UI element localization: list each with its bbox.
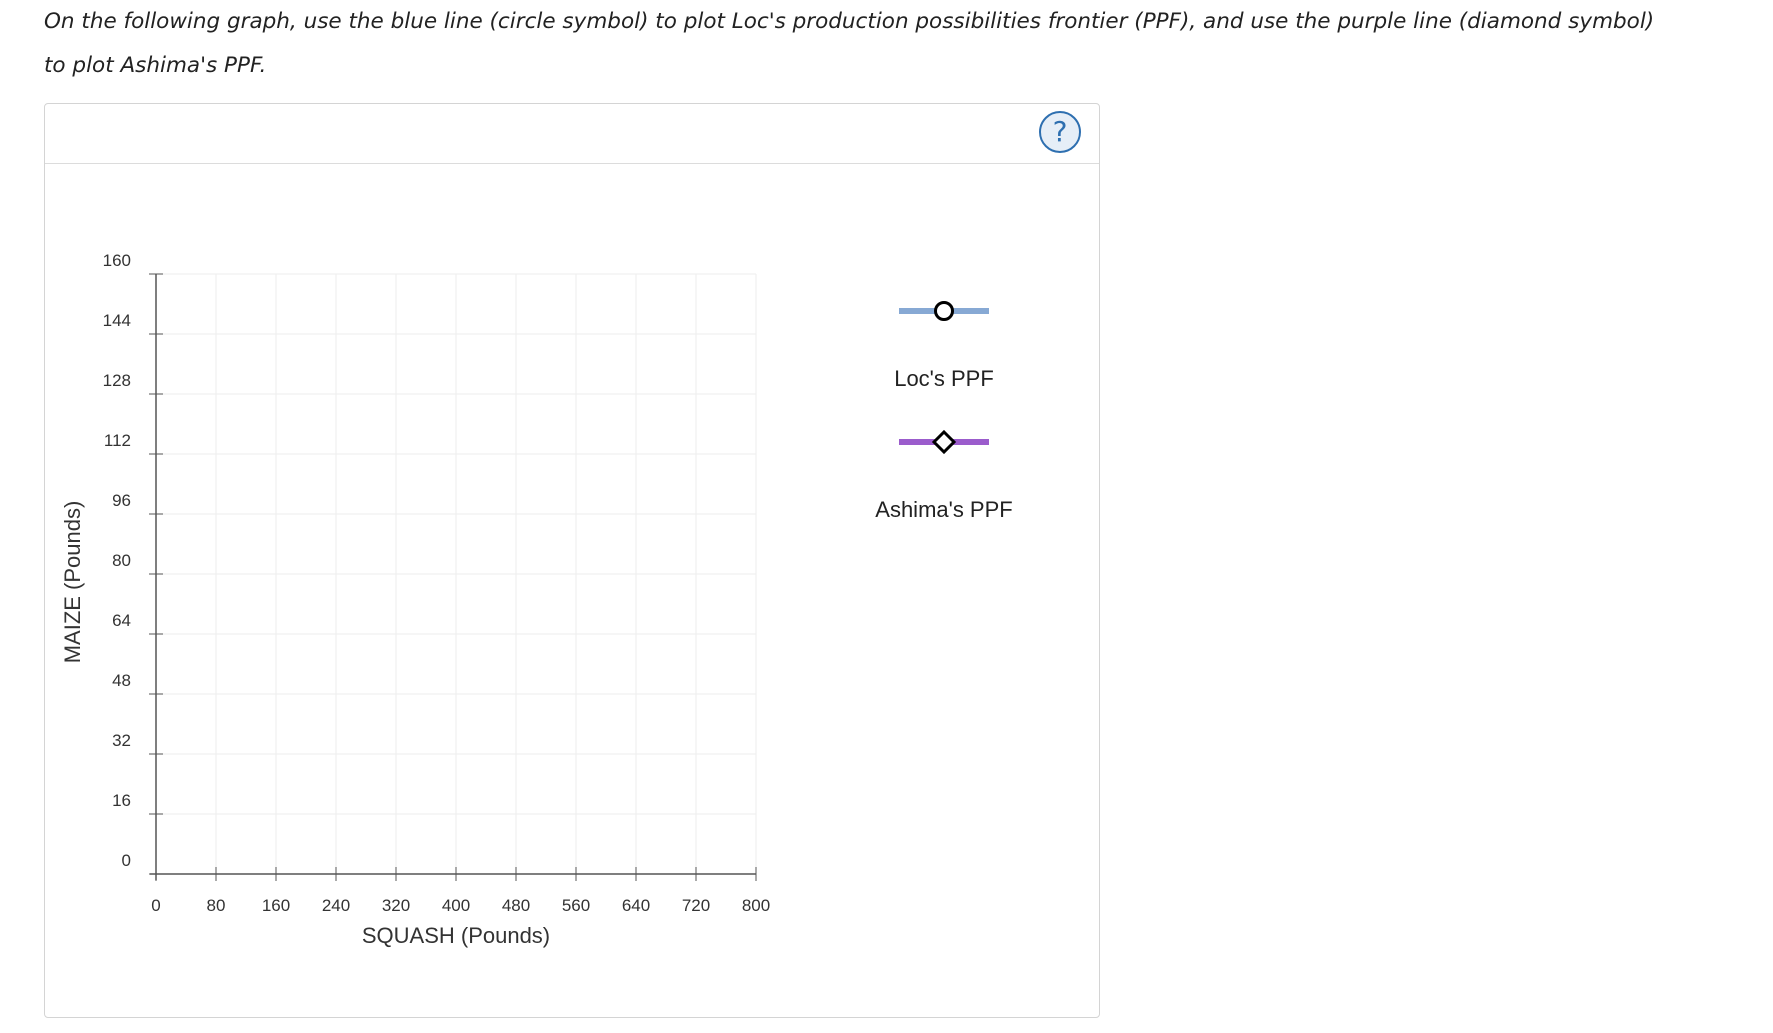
y-tick-label: 16 [112,791,131,810]
x-axis-title: SQUASH (Pounds) [362,923,550,948]
x-tick-label: 800 [742,896,770,915]
legend: Loc's PPF Ashima's PPF [875,301,1013,522]
x-tick-label: 0 [151,896,160,915]
x-tick-label: 400 [442,896,470,915]
x-tick-label: 240 [322,896,350,915]
grid-lines [156,273,757,874]
y-tick-label: 0 [122,851,131,870]
circle-marker-icon [934,301,954,321]
y-axis-title: MAIZE (Pounds) [60,501,85,664]
x-tick-label: 560 [562,896,590,915]
x-tick-label: 480 [502,896,530,915]
tick-labels: 0 16 32 48 64 80 96 112 128 144 160 0 80 160 240 320 400… [103,251,771,915]
x-tick-label: 320 [382,896,410,915]
y-tick-label: 96 [112,491,131,510]
y-tick-label: 128 [103,371,131,390]
x-tick-label: 720 [682,896,710,915]
y-tick-label: 112 [104,431,131,450]
x-tick-label: 80 [207,896,226,915]
y-tick-label: 48 [112,671,131,690]
ppf-graph[interactable]: 0 16 32 48 64 80 96 112 128 144 160 0 80 160 240 320 400… [0,0,1773,1033]
y-tick-label: 80 [112,551,131,570]
y-tick-label: 32 [112,731,131,750]
axes [149,273,757,881]
y-tick-label: 160 [103,251,131,270]
legend-label-ashima: Ashima's PPF [875,497,1012,522]
y-tick-label: 144 [103,311,131,330]
legend-label-loc: Loc's PPF [894,366,994,391]
diamond-marker-icon [931,429,957,455]
y-tick-label: 64 [112,611,131,630]
x-tick-label: 640 [622,896,650,915]
x-tick-label: 160 [262,896,290,915]
